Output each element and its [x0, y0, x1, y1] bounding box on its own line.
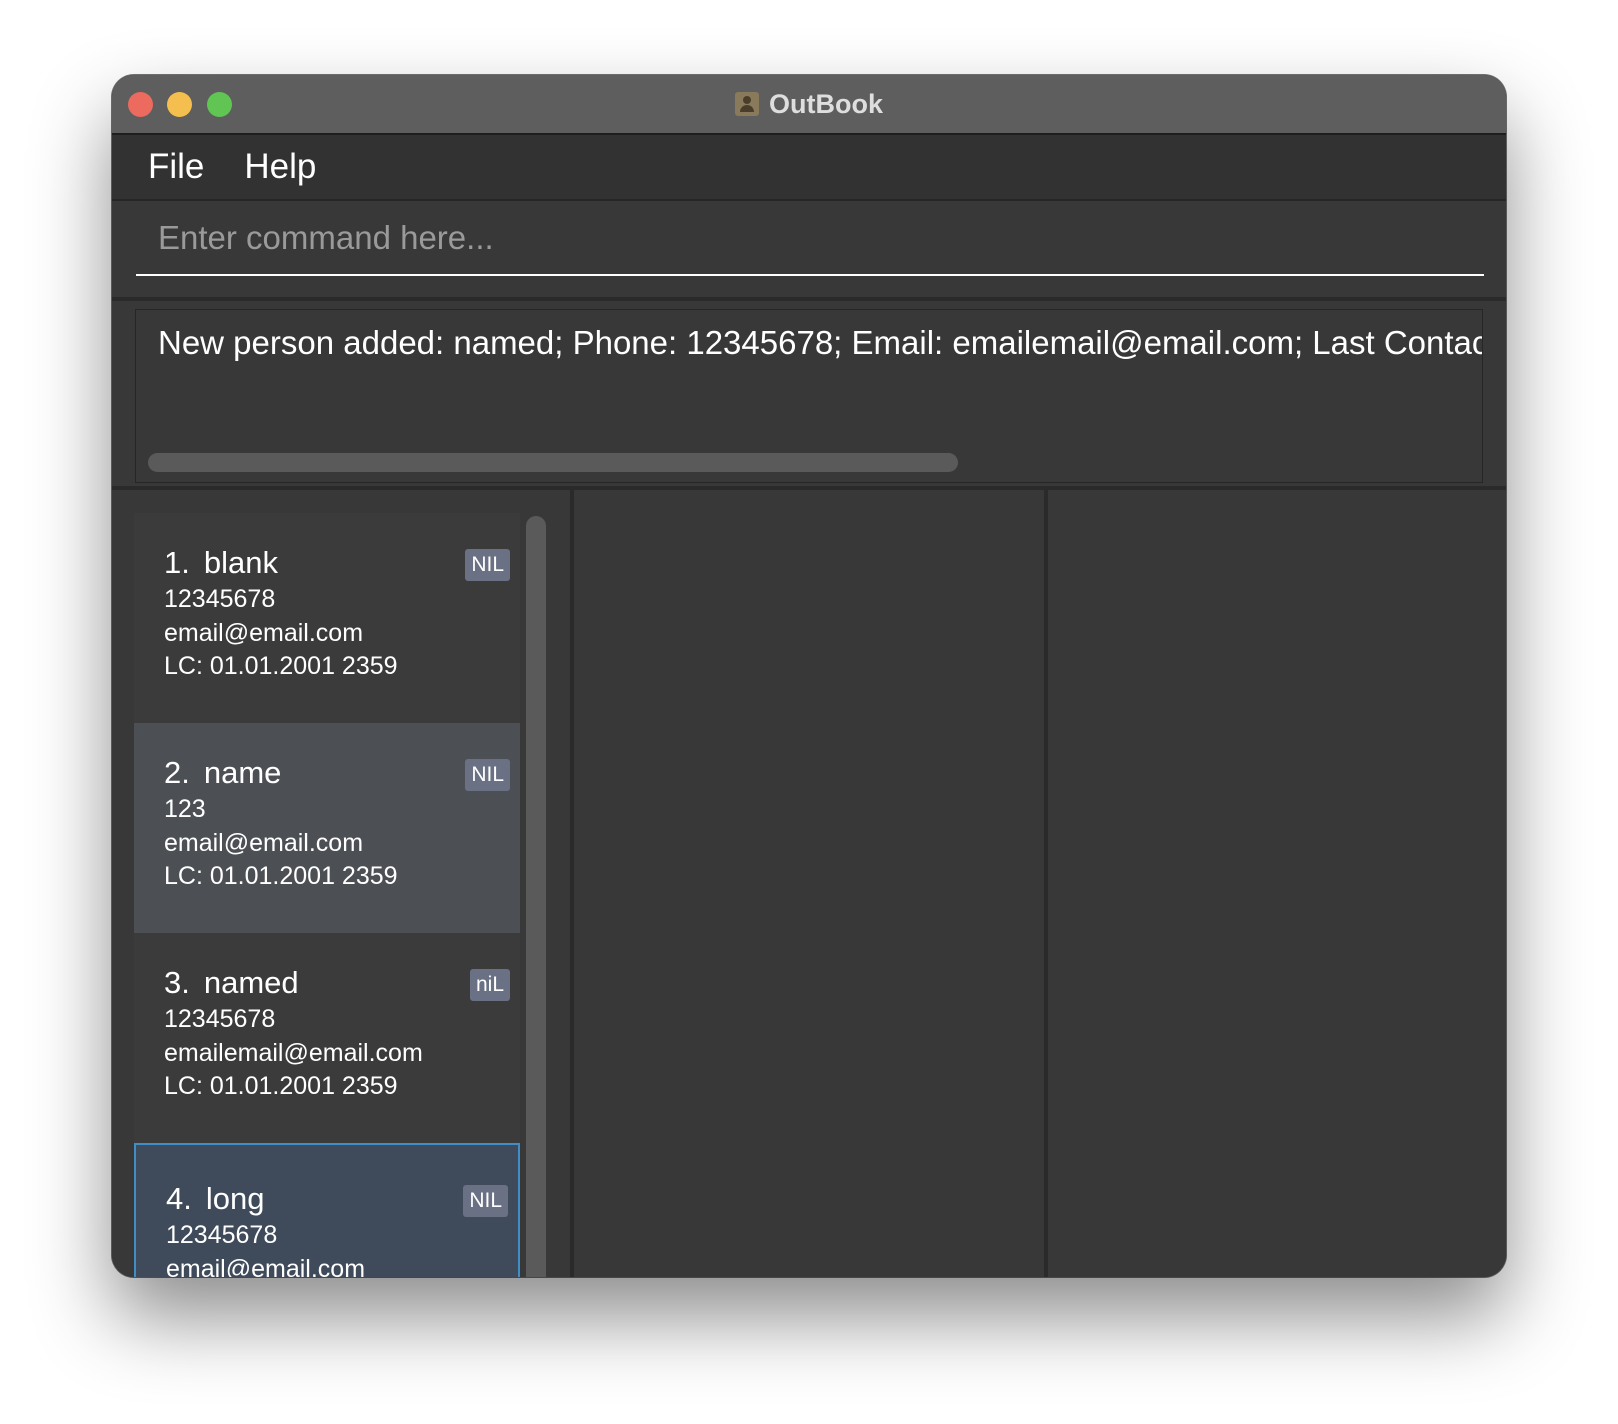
person-last-contacted: LC: 01.01.2001 2359: [164, 652, 398, 680]
person-card[interactable]: 3. named niL 12345678 emailemail@email.co…: [134, 933, 520, 1143]
person-phone: 12345678: [164, 585, 276, 613]
person-index: 2.: [164, 755, 190, 790]
person-phone: 12345678: [166, 1221, 278, 1249]
person-email: email@email.com: [164, 829, 364, 857]
person-tag: NIL: [463, 1185, 508, 1217]
menu-file[interactable]: File: [148, 147, 204, 187]
person-card[interactable]: 1. blank NIL 12345678 email@email.com LC:…: [134, 513, 520, 723]
detail-panel: [574, 490, 1048, 1277]
menu-help[interactable]: Help: [244, 147, 316, 187]
command-input[interactable]: [136, 201, 1484, 276]
person-name: long: [205, 1181, 265, 1216]
person-list-panel: 1. blank NIL 12345678 email@email.com LC:…: [112, 490, 574, 1277]
title-bar[interactable]: OutBook: [112, 75, 1506, 135]
person-name: name: [203, 755, 282, 790]
person-card-selected[interactable]: 4. long NIL 12345678 email@email.com: [134, 1143, 520, 1277]
command-box: [112, 201, 1506, 301]
person-name: blank: [203, 545, 278, 580]
window-title-group: OutBook: [112, 75, 1506, 133]
app-window: OutBook File Help New person added: name…: [112, 75, 1506, 1277]
main-area: 1. blank NIL 12345678 email@email.com LC:…: [112, 490, 1506, 1277]
result-message: New person added: named; Phone: 12345678…: [158, 324, 1483, 361]
person-index: 1.: [164, 545, 190, 580]
menu-bar: File Help: [112, 135, 1506, 201]
person-phone: 123: [164, 795, 206, 823]
person-email: emailemail@email.com: [164, 1039, 423, 1067]
address-book-icon: [735, 92, 759, 116]
person-last-contacted: LC: 01.01.2001 2359: [164, 862, 398, 890]
secondary-panel: [1048, 490, 1506, 1277]
person-email: email@email.com: [164, 619, 364, 647]
person-index: 4.: [166, 1181, 192, 1216]
person-card-header: 2. name: [164, 755, 281, 791]
person-tag: NIL: [465, 549, 510, 581]
person-index: 3.: [164, 965, 190, 1000]
person-name: named: [203, 965, 299, 1000]
person-email: email@email.com: [166, 1255, 366, 1277]
person-card-header: 3. named: [164, 965, 299, 1001]
person-card-header: 4. long: [166, 1181, 264, 1217]
person-card[interactable]: 2. name NIL 123 email@email.com LC: 01.01…: [134, 723, 520, 933]
person-tag: NIL: [465, 759, 510, 791]
person-card-header: 1. blank: [164, 545, 278, 581]
result-display[interactable]: New person added: named; Phone: 12345678…: [135, 309, 1483, 483]
person-last-contacted: LC: 01.01.2001 2359: [164, 1072, 398, 1100]
horizontal-scrollbar[interactable]: [148, 453, 958, 472]
person-phone: 12345678: [164, 1005, 276, 1033]
vertical-scrollbar[interactable]: [526, 516, 546, 1277]
person-tag: niL: [469, 969, 510, 1001]
result-display-area: New person added: named; Phone: 12345678…: [112, 301, 1506, 490]
window-title: OutBook: [769, 88, 883, 119]
